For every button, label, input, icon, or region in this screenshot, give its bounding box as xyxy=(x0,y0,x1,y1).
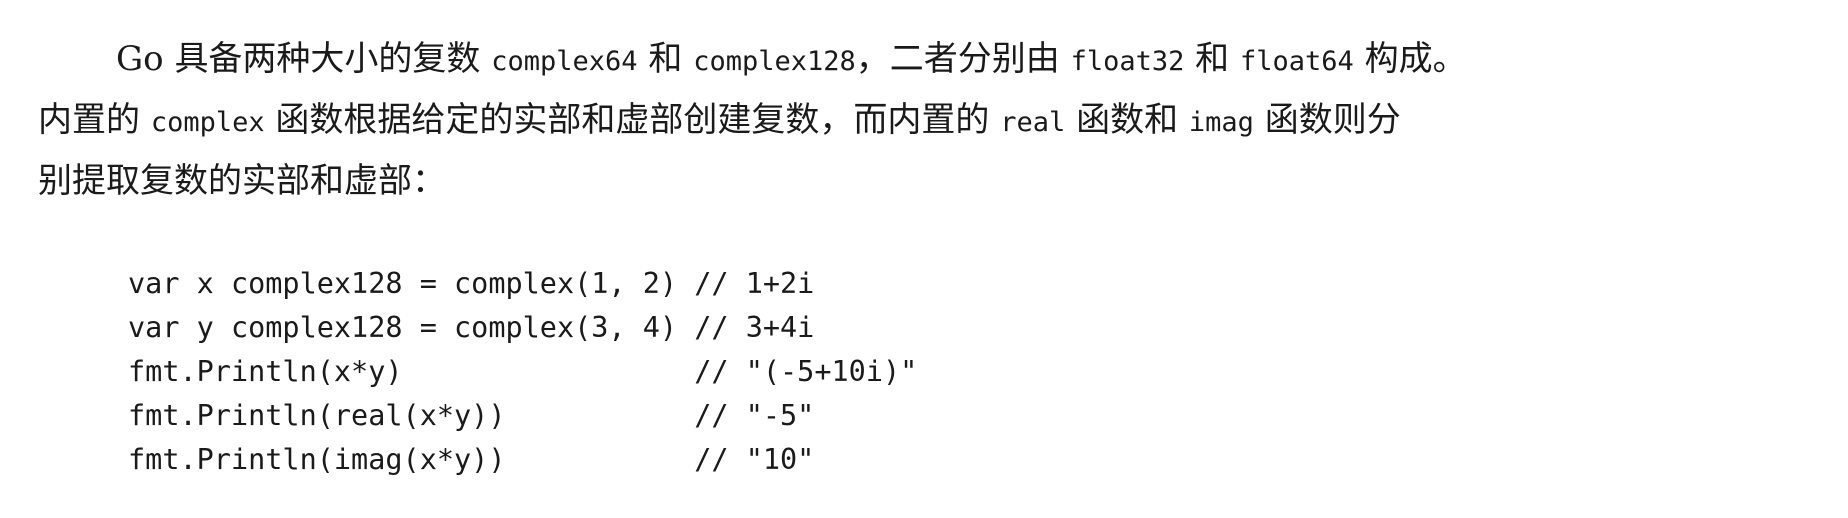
text-segment: 函数和 xyxy=(1065,100,1189,140)
inline-code-complex64: complex64 xyxy=(491,46,638,77)
inline-code-complex128: complex128 xyxy=(693,46,856,77)
inline-code-complex: complex xyxy=(150,107,265,138)
code-line: fmt.Println(x*y) // "(-5+10i)" xyxy=(128,355,918,388)
inline-code-real: real xyxy=(1000,107,1066,138)
code-block: var x complex128 = complex(1, 2) // 1+2i… xyxy=(128,262,917,482)
text-segment: 和 xyxy=(1184,39,1240,79)
text-segment: Go 具备两种大小的复数 xyxy=(116,39,492,79)
code-line: var y complex128 = complex(3, 4) // 3+4i xyxy=(128,311,815,344)
book-page: Go 具备两种大小的复数 complex64 和 complex128，二者分别… xyxy=(0,0,1848,518)
text-segment: 函数则分 xyxy=(1253,100,1401,140)
text-segment: ，二者分别由 xyxy=(855,39,1071,79)
code-line: var x complex128 = complex(1, 2) // 1+2i xyxy=(128,267,815,300)
text-segment: 构成。 xyxy=(1353,39,1467,79)
text-segment: 别提取复数的实部和虚部： xyxy=(38,161,446,201)
paragraph-line-2: 内置的 complex 函数根据给定的实部和虚部创建复数，而内置的 real 函… xyxy=(38,91,1838,152)
code-line: fmt.Println(imag(x*y)) // "10" xyxy=(128,443,815,476)
text-segment: 和 xyxy=(637,39,694,79)
paragraph-line-3: 别提取复数的实部和虚部： xyxy=(38,152,1838,210)
inline-code-float32: float32 xyxy=(1070,46,1185,77)
inline-code-float64: float64 xyxy=(1239,46,1354,77)
text-segment: 函数根据给定的实部和虚部创建复数，而内置的 xyxy=(264,100,1001,140)
paragraph-line-1: Go 具备两种大小的复数 complex64 和 complex128，二者分别… xyxy=(38,30,1838,91)
text-segment: 内置的 xyxy=(38,100,151,140)
inline-code-imag: imag xyxy=(1188,107,1254,138)
paragraph: Go 具备两种大小的复数 complex64 和 complex128，二者分别… xyxy=(38,30,1838,210)
code-line: fmt.Println(real(x*y)) // "-5" xyxy=(128,399,815,432)
